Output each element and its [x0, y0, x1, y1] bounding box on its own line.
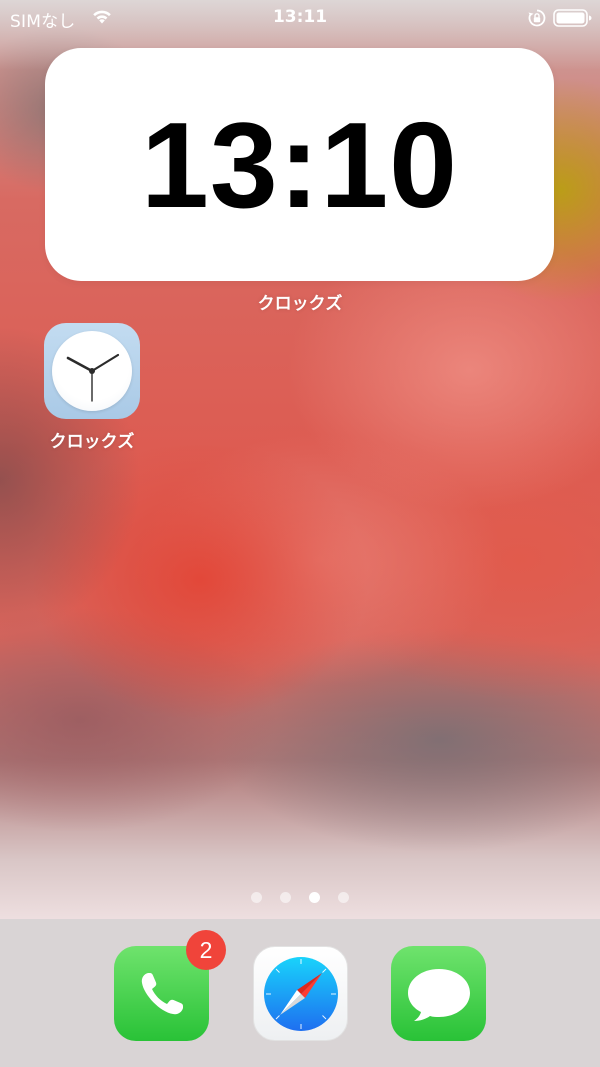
- compass-icon: [253, 946, 348, 1041]
- dock-app-messages[interactable]: [391, 946, 486, 1041]
- notification-badge: 2: [186, 930, 226, 970]
- speech-bubble-icon: [391, 946, 486, 1041]
- page-dot-active[interactable]: [309, 892, 320, 903]
- clock-face: [52, 331, 132, 411]
- page-indicator[interactable]: [0, 892, 600, 904]
- page-dot[interactable]: [280, 892, 291, 903]
- battery-icon: [553, 9, 593, 32]
- page-dot[interactable]: [338, 892, 349, 903]
- status-bar: SIMなし 13:11: [0, 0, 600, 36]
- clock-icon: [44, 323, 140, 419]
- status-time: 13:11: [272, 7, 328, 27]
- clock-widget[interactable]: 13:10: [45, 48, 554, 281]
- app-icon-clocks[interactable]: クロックズ: [44, 323, 140, 452]
- dock-app-safari[interactable]: [253, 946, 348, 1041]
- app-label: クロックズ: [49, 432, 135, 452]
- rotation-lock-icon: [527, 8, 547, 33]
- widget-label: クロックズ: [257, 294, 343, 314]
- widget-time: 13:10: [140, 96, 459, 233]
- page-dot[interactable]: [251, 892, 262, 903]
- dock-app-phone[interactable]: 2: [114, 930, 226, 1041]
- dock: 2: [0, 919, 600, 1067]
